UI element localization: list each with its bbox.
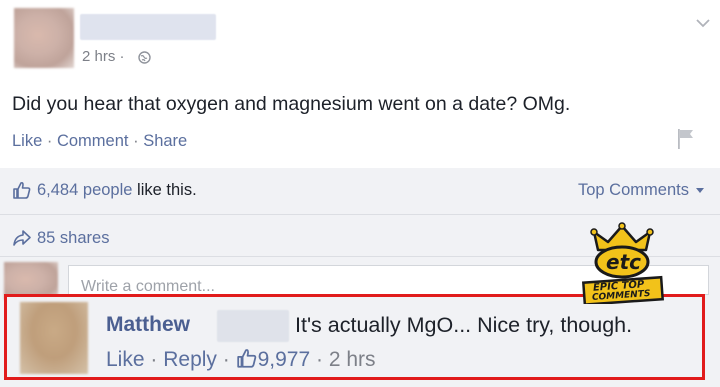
comment-link[interactable]: Comment [57, 132, 129, 150]
comment-likes-count[interactable]: 9,977 [258, 348, 311, 371]
post-author-name[interactable] [80, 14, 216, 40]
comment-reply-link[interactable]: Reply [163, 348, 217, 371]
post-actions: Like · Comment · Share [12, 132, 188, 150]
epic-top-comments-logo: etc EPIC TOP COMMENTS [576, 222, 668, 306]
globe-icon [138, 51, 151, 64]
comment-text: It's actually MgO... Nice try, though. [295, 313, 633, 337]
post-author-avatar[interactable] [14, 8, 74, 68]
top-comments-dropdown[interactable]: Top Comments [578, 181, 704, 200]
shares-count-link[interactable]: 85 shares [37, 229, 109, 248]
comment-thumbs-up-icon [236, 347, 258, 369]
stats-divider [0, 214, 720, 215]
comment-actions: Like · Reply · 9,977 · 2 hrs [106, 347, 376, 371]
likes-people-link[interactable]: people [83, 181, 133, 199]
likes-count-link[interactable]: 6,484 [37, 181, 78, 199]
flag-icon[interactable] [676, 128, 696, 150]
share-arrow-icon [12, 229, 32, 247]
like-link[interactable]: Like [12, 132, 42, 150]
logo-etc-text: etc [606, 250, 641, 274]
likes-summary: 6,484 people like this. [37, 181, 197, 200]
share-link[interactable]: Share [143, 132, 187, 150]
commenter-avatar[interactable] [20, 302, 88, 374]
post-text: Did you hear that oxygen and magnesium w… [12, 93, 571, 115]
post-timestamp[interactable]: 2 hrs · [82, 48, 125, 65]
chevron-down-icon[interactable] [695, 18, 711, 28]
comment-like-link[interactable]: Like [106, 348, 145, 371]
caret-down-icon [695, 188, 704, 194]
commenter-name[interactable]: Matthew [106, 313, 190, 337]
commenter-name-redacted [217, 310, 289, 342]
thumbs-up-icon [12, 180, 32, 200]
comment-timestamp[interactable]: 2 hrs [329, 348, 376, 371]
likes-suffix: like this. [137, 181, 197, 199]
